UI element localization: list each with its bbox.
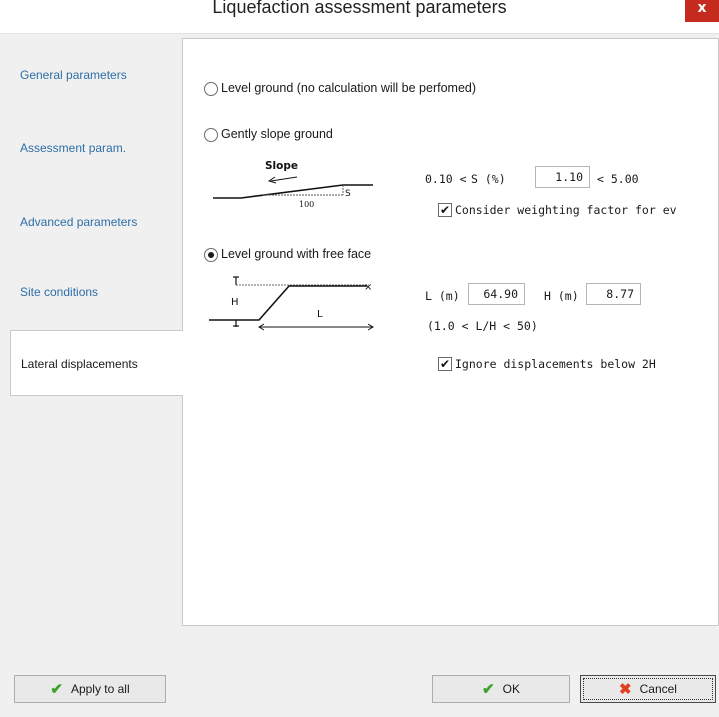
level-ground-label[interactable]: Level ground (no calculation will be per… <box>221 81 476 95</box>
weighting-factor-label[interactable]: Consider weighting factor for ev <box>455 203 677 217</box>
free-face-diagram: H × L <box>209 276 374 331</box>
level-ground-radio[interactable] <box>204 82 218 96</box>
free-face-label[interactable]: Level ground with free face <box>221 247 371 261</box>
weighting-factor-checkbox[interactable]: ✔ <box>438 203 452 217</box>
lh-range-note: (1.0 < L/H < 50) <box>427 319 538 333</box>
s-range-max: < 5.00 <box>597 172 639 186</box>
free-face-radio[interactable] <box>204 248 218 262</box>
ok-button[interactable]: ✔ OK <box>432 675 570 703</box>
ok-label: OK <box>502 682 520 696</box>
gently-slope-radio[interactable] <box>204 128 218 142</box>
slope-diagram: Slope S 100 <box>213 160 373 209</box>
check-icon: ✔ <box>439 357 451 371</box>
gently-slope-label[interactable]: Gently slope ground <box>221 127 333 141</box>
ignore-displacements-label[interactable]: Ignore displacements below 2H <box>455 357 656 371</box>
sidebar-item-site-conditions[interactable]: Site conditions <box>10 285 182 299</box>
close-button[interactable]: x <box>685 0 719 22</box>
free-face-x-mark: × <box>364 282 372 293</box>
slope-diagram-title: Slope <box>265 160 298 172</box>
free-face-l-label: L <box>317 309 323 320</box>
check-icon: ✔ <box>50 681 63 698</box>
slope-s-label: S <box>345 189 351 199</box>
slope-run-label: 100 <box>299 200 314 209</box>
cancel-label: Cancel <box>639 682 677 696</box>
sidebar-item-general-parameters[interactable]: General parameters <box>10 68 182 82</box>
content-panel: Level ground (no calculation will be per… <box>182 38 719 626</box>
cancel-button[interactable]: ✖ Cancel <box>580 675 716 703</box>
sidebar-item-lateral-displacements[interactable]: Lateral displacements <box>10 330 183 396</box>
title-bar: Liquefaction assessment parameters x <box>0 0 719 34</box>
apply-to-all-label: Apply to all <box>70 682 130 696</box>
s-label: S (%) <box>471 172 506 186</box>
window-title: Liquefaction assessment parameters <box>212 0 507 17</box>
free-face-h-label: H <box>231 297 239 308</box>
apply-to-all-button[interactable]: ✔ Apply to all <box>14 675 166 703</box>
s-input[interactable]: 1.10 <box>535 166 590 188</box>
sidebar-item-assessment-param[interactable]: Assessment param. <box>10 141 182 155</box>
cross-icon: ✖ <box>619 681 632 698</box>
ignore-displacements-checkbox[interactable]: ✔ <box>438 357 452 371</box>
l-input[interactable]: 64.90 <box>468 283 525 305</box>
l-label: L (m) <box>425 289 460 303</box>
check-icon: ✔ <box>439 203 451 217</box>
sidebar: General parameters Assessment param. Adv… <box>10 38 183 626</box>
h-input[interactable]: 8.77 <box>586 283 641 305</box>
sidebar-item-advanced-parameters[interactable]: Advanced parameters <box>10 215 182 229</box>
s-range-min: 0.10 < <box>425 172 467 186</box>
check-icon: ✔ <box>482 681 495 698</box>
close-icon: x <box>697 0 707 16</box>
h-label: H (m) <box>544 289 579 303</box>
